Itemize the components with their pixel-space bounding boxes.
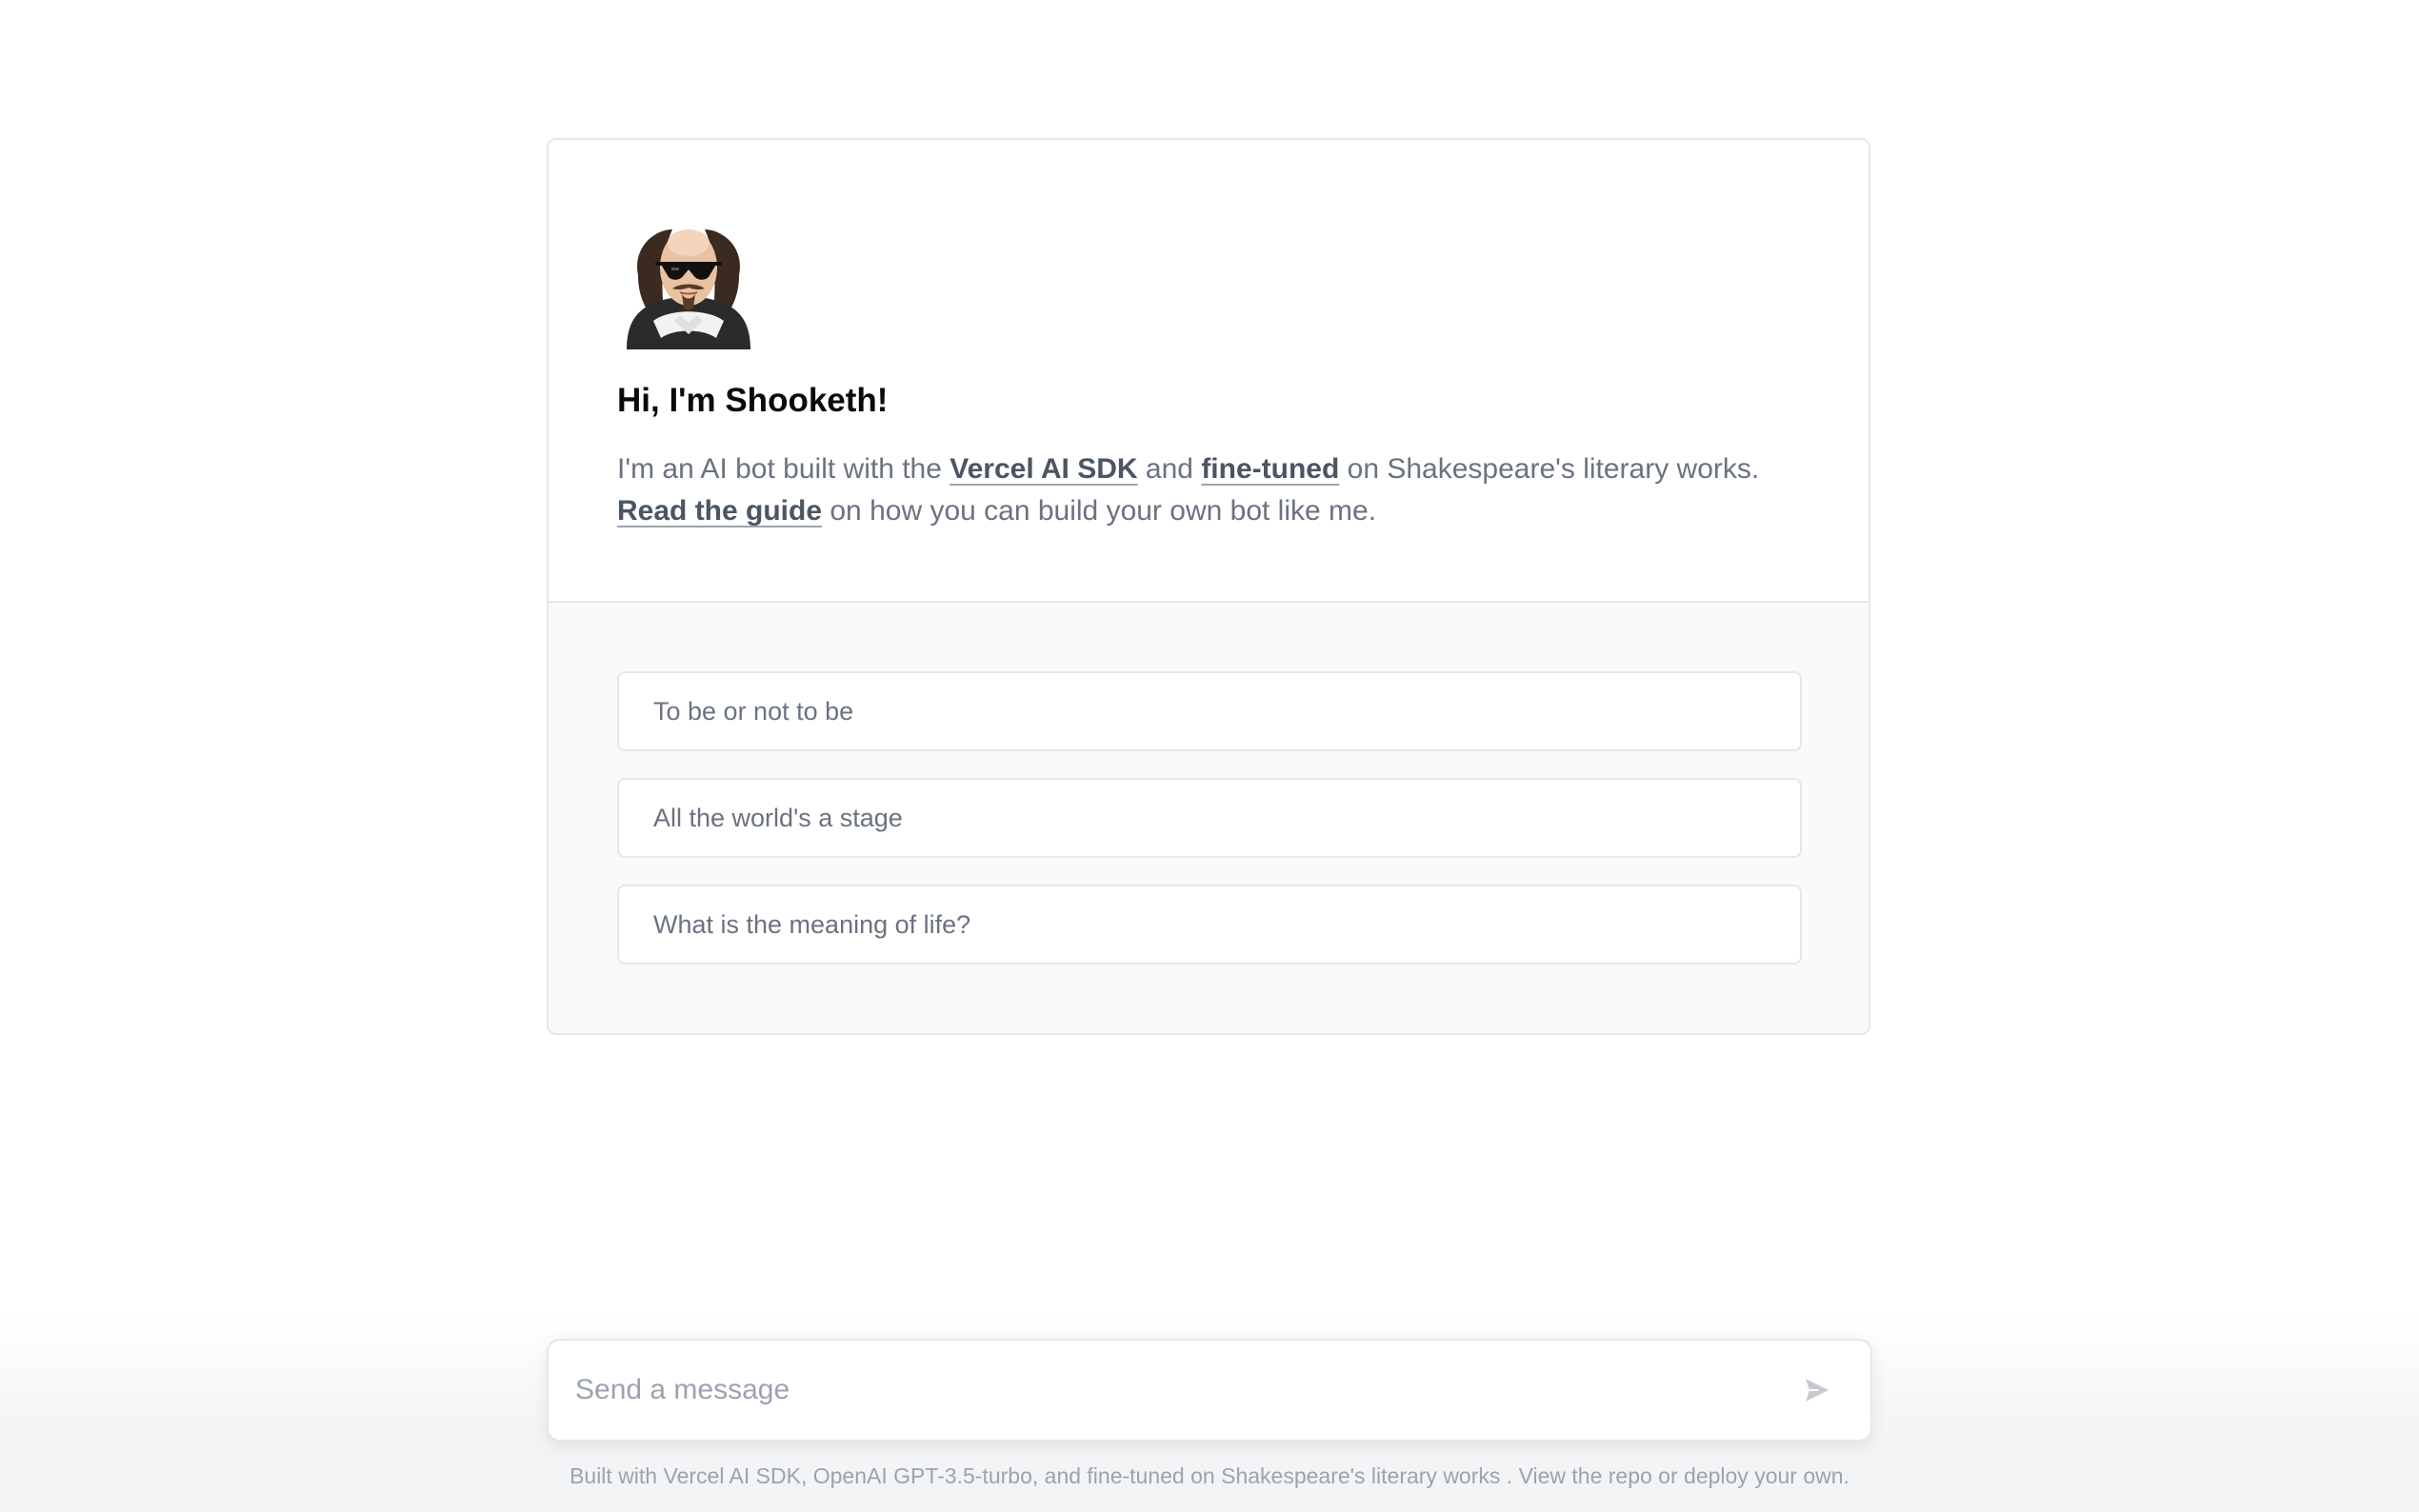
- intro-text-part: on Shakespeare's literary works.: [1339, 453, 1760, 485]
- footer-text: .: [1843, 1463, 1849, 1488]
- footer-text: Built with: [570, 1463, 664, 1488]
- footer-deploy-link[interactable]: deploy your own: [1684, 1463, 1844, 1488]
- example-prompt-button[interactable]: To be or not to be: [617, 671, 1802, 751]
- footer-text: or: [1651, 1463, 1685, 1488]
- footer-fine-tuned-link[interactable]: fine-tuned: [1087, 1463, 1184, 1488]
- footer-text: , and: [1031, 1463, 1088, 1488]
- example-prompt-button[interactable]: All the world's a stage: [617, 778, 1802, 858]
- intro-text-part: and: [1137, 453, 1202, 485]
- welcome-card: Hi, I'm Shooketh! I'm an AI bot built wi…: [547, 138, 1870, 1035]
- welcome-header: Hi, I'm Shooketh! I'm an AI bot built wi…: [549, 140, 1869, 603]
- fine-tuned-link[interactable]: fine-tuned: [1201, 453, 1339, 485]
- footer-vercel-ai-sdk-link[interactable]: Vercel AI SDK: [664, 1463, 801, 1488]
- intro-text-part: I'm an AI bot built with the: [617, 453, 950, 485]
- example-prompts: To be or not to be All the world's a sta…: [549, 603, 1869, 1033]
- footer: Built with Vercel AI SDK, OpenAI GPT-3.5…: [0, 1461, 2419, 1491]
- footer-text: on Shakespeare's literary works .: [1184, 1463, 1519, 1488]
- message-input[interactable]: [575, 1374, 1790, 1406]
- message-composer: [547, 1339, 1872, 1442]
- example-prompt-button[interactable]: What is the meaning of life?: [617, 885, 1802, 965]
- footer-text: ,: [800, 1463, 813, 1488]
- send-button[interactable]: [1790, 1363, 1844, 1417]
- send-arrow-icon: [1806, 1379, 1829, 1402]
- read-the-guide-link[interactable]: Read the guide: [617, 495, 822, 527]
- shakespeare-avatar-icon: [627, 229, 750, 349]
- page-title: Hi, I'm Shooketh!: [617, 382, 889, 419]
- vercel-ai-sdk-link[interactable]: Vercel AI SDK: [950, 453, 1137, 485]
- footer-view-repo-link[interactable]: View the repo: [1519, 1463, 1652, 1488]
- footer-openai-link[interactable]: OpenAI GPT-3.5-turbo: [813, 1463, 1032, 1488]
- intro-text: I'm an AI bot built with the Vercel AI S…: [617, 448, 1800, 532]
- avatar: [617, 209, 1800, 349]
- intro-text-part: on how you can build your own bot like m…: [822, 495, 1377, 527]
